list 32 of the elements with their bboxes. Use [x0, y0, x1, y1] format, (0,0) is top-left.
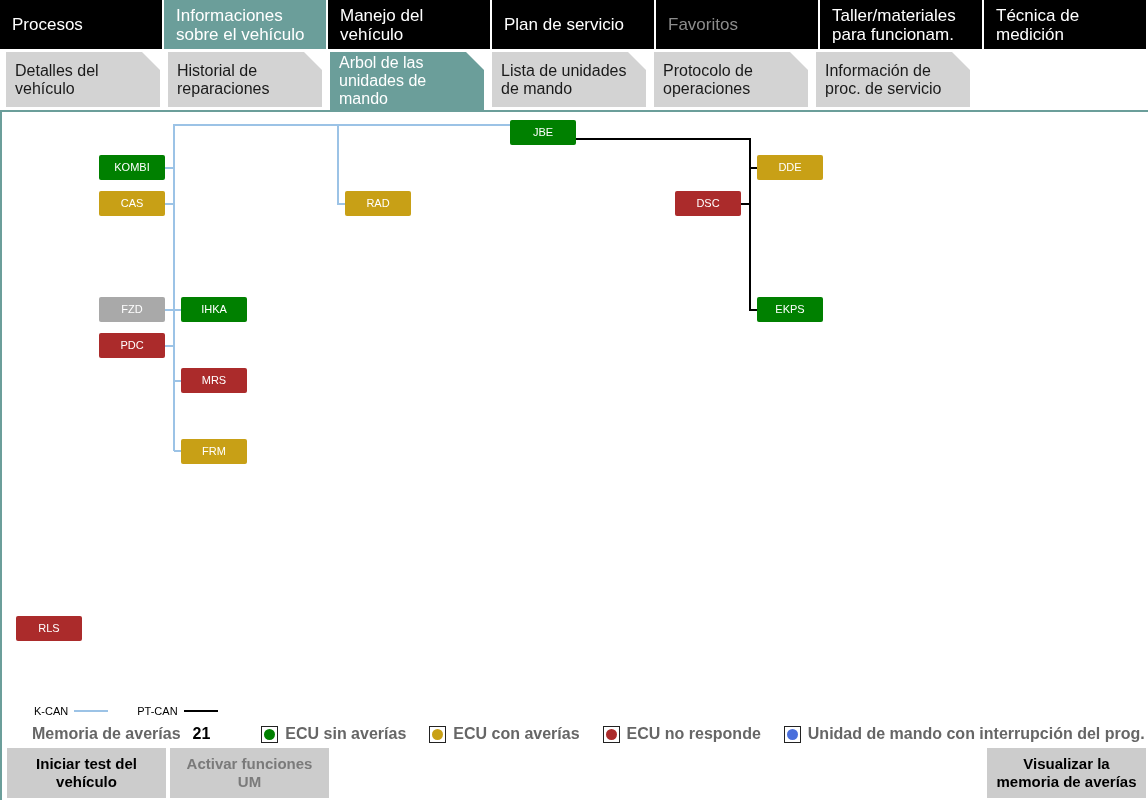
main-tab[interactable]: Manejo del vehículo — [328, 0, 490, 49]
main-tab[interactable]: Procesos — [0, 0, 162, 49]
status-legend-label: Unidad de mando con interrupción del prog. — [807, 724, 1145, 744]
status-swatch-icon — [602, 725, 620, 743]
sub-tab[interactable]: Información de proc. de servicio — [816, 52, 970, 107]
status-swatch-icon — [261, 725, 279, 743]
ecu-node[interactable]: DSC — [675, 191, 741, 216]
bus-legend-label: K-CAN — [34, 703, 69, 719]
ecu-node[interactable]: IHKA — [181, 297, 247, 322]
fault-memory-count: 21 — [192, 724, 211, 744]
ecu-node[interactable]: PDC — [99, 333, 165, 358]
status-legend-label: ECU sin averías — [285, 724, 407, 744]
status-legend-label: ECU con averías — [453, 724, 580, 744]
action-button[interactable]: Visualizar la memoria de averías — [987, 748, 1146, 798]
sub-tab[interactable]: Protocolo de operaciones — [654, 52, 808, 107]
ecu-node[interactable]: RLS — [16, 616, 82, 641]
ecu-node[interactable]: EKPS — [757, 297, 823, 322]
sub-tab[interactable]: Detalles del vehículo — [6, 52, 160, 107]
main-tab[interactable]: Taller/materiales para funcionam. — [820, 0, 982, 49]
fault-memory-label: Memoria de averías — [32, 724, 181, 744]
sub-tab[interactable]: Lista de unidades de mando — [492, 52, 646, 107]
status-legend-label: ECU no responde — [626, 724, 761, 744]
status-swatch-icon — [783, 725, 801, 743]
ecu-node[interactable]: MRS — [181, 368, 247, 393]
ecu-node[interactable]: KOMBI — [99, 155, 165, 180]
main-tab[interactable]: Plan de servicio — [492, 0, 654, 49]
status-swatch-icon — [429, 725, 447, 743]
main-tab[interactable]: Técnica de medición — [984, 0, 1146, 49]
sub-tab[interactable]: Historial de reparaciones — [168, 52, 322, 107]
action-button[interactable]: Iniciar test del vehículo — [7, 748, 166, 798]
bus-legend-label: PT-CAN — [137, 703, 178, 719]
ecu-node[interactable]: JBE — [510, 120, 576, 145]
